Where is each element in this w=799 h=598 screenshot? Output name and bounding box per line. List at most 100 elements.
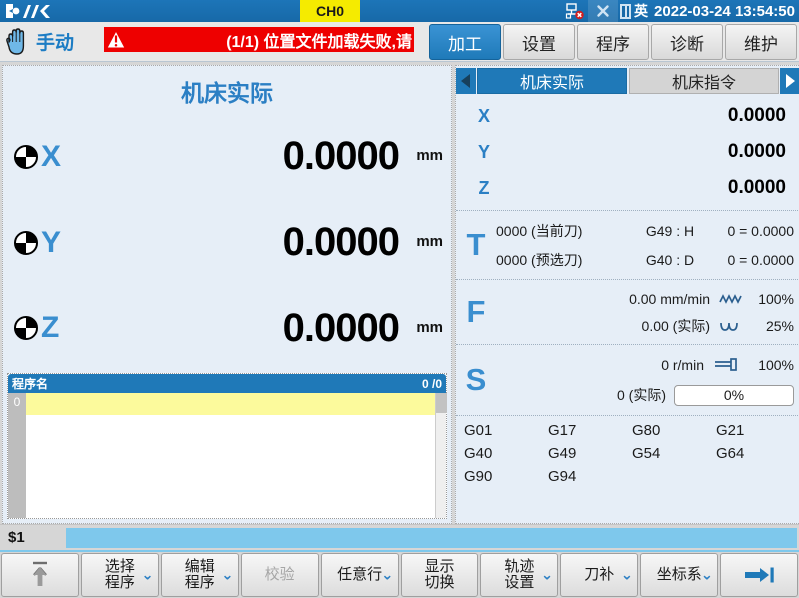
ime-indicator[interactable]: 英 (618, 1, 654, 21)
ime-language-label: 英 (634, 1, 648, 21)
status-tab-strip: 机床实际 机床指令 (456, 66, 799, 94)
status-coord-label-x: X (456, 106, 512, 127)
softkey-back[interactable] (1, 553, 79, 597)
axis-row-z[interactable]: Z 0.0000 mm (3, 285, 451, 371)
spindle-load-progress: 0% (674, 385, 794, 406)
tool-row-current: 0000 (当前刀) G49 : H 0 = 0.0000 (496, 216, 799, 245)
softkey-any-line[interactable]: 任意行 ⌄ (321, 553, 399, 597)
chevron-down-icon: ⌄ (621, 568, 634, 583)
machine-zero-icon (11, 144, 41, 170)
ime-icon (620, 4, 631, 19)
spindle-row-actual: 0 (实际) 0% (496, 380, 799, 410)
program-current-line[interactable] (26, 393, 435, 415)
alarm-banner[interactable]: (1/1) 位置文件加载失败,请 (104, 27, 414, 52)
status-coord-label-z: Z (456, 178, 512, 199)
program-code-area[interactable] (26, 393, 435, 518)
gcode-cell: G54 (632, 445, 716, 468)
softkey-display-switch[interactable]: 显示 切换 (401, 553, 479, 597)
feed-actual-percent: 25% (752, 318, 794, 334)
cnc-application-window: CH0 英 2022-03-24 13:54:50 (0, 0, 799, 598)
softkey-next-page[interactable] (720, 553, 798, 597)
gcode-row: G40 G49 G54 G64 (464, 445, 799, 468)
axis-row-y[interactable]: Y 0.0000 mm (3, 200, 451, 286)
gcode-cell: G80 (632, 422, 716, 445)
spindle-section-letter: S (456, 350, 496, 410)
softkey-tool-compensation[interactable]: 刀补 ⌄ (560, 553, 638, 597)
status-coord-row-z: Z 0.0000 (456, 170, 799, 206)
active-gcode-list: G01 G17 G80 G21 G40 G49 G54 G64 G90 G94 (456, 415, 799, 523)
status-coord-row-x: X 0.0000 (456, 98, 799, 134)
axis-unit-y: mm (399, 233, 443, 252)
feed-actual-value: 0.00 (实际) (592, 316, 710, 336)
network-disconnected-icon[interactable] (562, 0, 588, 22)
program-list-body: 0 (8, 393, 446, 518)
softkey-label: 刀补 (584, 567, 614, 584)
status-coord-value-x: 0.0000 (512, 105, 786, 127)
status-tab-machine-actual[interactable]: 机床实际 (477, 68, 627, 94)
arrow-left-icon[interactable] (456, 68, 476, 94)
status-coord-value-y: 0.0000 (512, 141, 786, 163)
coordinate-system-title: 机床实际 (3, 66, 451, 114)
program-scrollbar-thumb[interactable] (436, 393, 447, 413)
tab-shezhi[interactable]: 设置 (503, 24, 575, 60)
title-bar: CH0 英 2022-03-24 13:54:50 (0, 0, 799, 22)
tab-weihu[interactable]: 维护 (725, 24, 797, 60)
axis-label-y: Y (41, 226, 81, 260)
program-line-counter: 0 /0 (422, 377, 442, 391)
program-scrollbar[interactable] (435, 393, 446, 518)
tab-zhenduan[interactable]: 诊断 (651, 24, 723, 60)
mode-label: 手动 (34, 28, 80, 55)
spindle-actual-value: 0 (实际) (566, 385, 666, 405)
close-icon[interactable] (588, 0, 618, 22)
command-input[interactable] (66, 528, 797, 548)
softkey-select-program[interactable]: 选择 程序 ⌄ (81, 553, 159, 597)
status-panel: 机床实际 机床指令 X 0.0000 Y 0.0000 Z (455, 65, 799, 524)
arrow-right-icon[interactable] (780, 68, 799, 94)
tool-radius-comp-code: G40 : D (626, 252, 714, 268)
command-prompt-label: $1 (2, 529, 66, 546)
chevron-down-icon: ⌄ (701, 568, 714, 583)
axis-value-x: 0.0000 (81, 134, 399, 179)
program-list[interactable]: 程序名 0 /0 0 (7, 373, 447, 519)
softkey-label: 坐标系 (657, 567, 702, 584)
status-coord-value-z: 0.0000 (512, 177, 786, 199)
feed-row-commanded: 0.00 mm/min 100% (496, 285, 799, 312)
main-body: 机床实际 X 0.0000 mm (0, 62, 799, 524)
chevron-down-icon: ⌄ (221, 568, 234, 583)
spindle-speed-value: 0 r/min (604, 357, 704, 373)
softkey-coordinate-system[interactable]: 坐标系 ⌄ (640, 553, 718, 597)
gcode-cell (632, 468, 716, 491)
axis-row-x[interactable]: X 0.0000 mm (3, 114, 451, 200)
softkey-verify[interactable]: 校验 (241, 553, 319, 597)
status-coordinate-list: X 0.0000 Y 0.0000 Z 0.0000 (456, 94, 799, 210)
tab-jiagong[interactable]: 加工 (429, 24, 501, 60)
feed-wave-icon (718, 319, 744, 333)
main-tab-bar: 加工 设置 程序 诊断 维护 (429, 22, 799, 62)
warning-triangle-icon (104, 27, 128, 52)
axis-unit-x: mm (399, 147, 443, 166)
axis-list: X 0.0000 mm Y 0.0000 mm (3, 114, 451, 371)
softkey-label: 选择 程序 (105, 559, 135, 592)
softkey-label: 校验 (265, 567, 295, 584)
tool-section-letter: T (456, 216, 496, 274)
axis-unit-z: mm (399, 319, 443, 338)
softkey-label: 编辑 程序 (185, 559, 215, 592)
spindle-row-commanded: 0 r/min 100% (496, 350, 799, 380)
spindle-section: S 0 r/min 100% 0 (实际) (456, 344, 799, 415)
chevron-down-icon: ⌄ (141, 568, 154, 583)
softkey-bar: 选择 程序 ⌄ 编辑 程序 ⌄ 校验 任意行 ⌄ 显示 切换 轨迹 设置 ⌄ 刀… (0, 550, 799, 598)
tab-chengxu[interactable]: 程序 (577, 24, 649, 60)
machine-position-panel: 机床实际 X 0.0000 mm (2, 65, 452, 524)
feed-section-body: 0.00 mm/min 100% 0.00 (实际) (496, 285, 799, 339)
spindle-icon (712, 358, 742, 372)
feed-commanded-value: 0.00 mm/min (592, 291, 710, 307)
status-tab-machine-command[interactable]: 机床指令 (629, 68, 779, 94)
softkey-trajectory-settings[interactable]: 轨迹 设置 ⌄ (480, 553, 558, 597)
chevron-down-icon: ⌄ (541, 568, 554, 583)
gcode-cell: G94 (548, 468, 632, 491)
tool-length-comp-code: G49 : H (626, 223, 714, 239)
softkey-edit-program[interactable]: 编辑 程序 ⌄ (161, 553, 239, 597)
mode-alarm-row: 手动 (1/1) 位置文件加载失败,请 加工 设置 程序 诊断 维护 (0, 22, 799, 62)
feed-section: F 0.00 mm/min 100% 0.00 (实际) (456, 279, 799, 344)
spindle-section-body: 0 r/min 100% 0 (实际) 0% (496, 350, 799, 410)
